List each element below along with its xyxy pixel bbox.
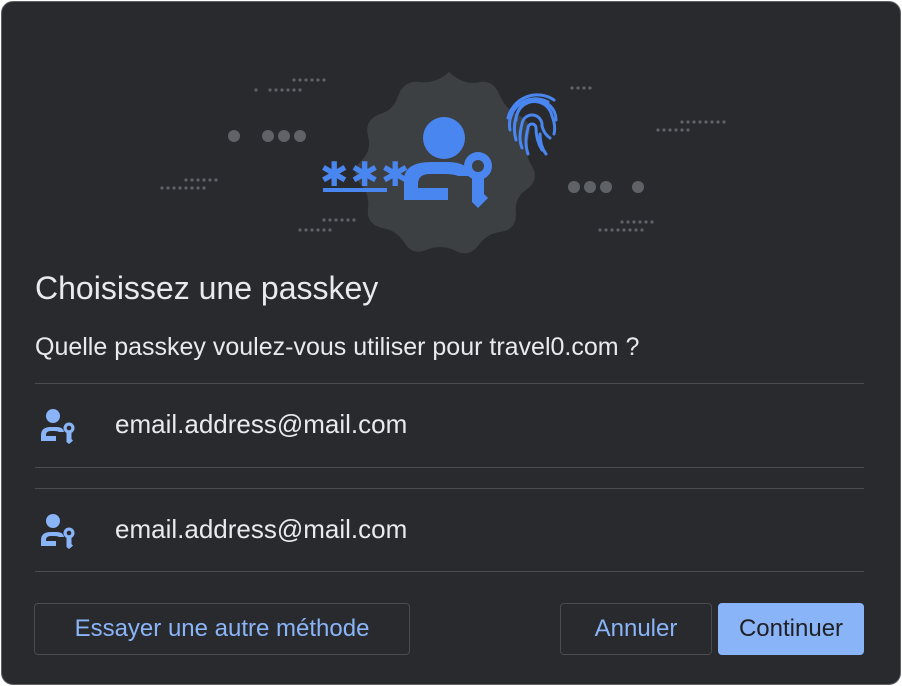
divider	[35, 467, 864, 468]
decorative-dot	[298, 88, 302, 92]
decorative-dot	[304, 228, 308, 232]
decorative-dot	[334, 218, 338, 222]
account-email: email.address@mail.com	[115, 514, 408, 544]
account-email: email.address@mail.com	[115, 409, 408, 439]
decorative-dot	[622, 228, 626, 232]
decorative-dot	[322, 228, 326, 232]
passkey-account-row[interactable]: email.address@mail.com	[35, 385, 864, 465]
decorative-dot	[634, 228, 638, 232]
continue-button[interactable]: Continuer	[718, 603, 864, 655]
decorative-dot	[576, 86, 580, 90]
password-mask-icon: ✱✱✱	[320, 155, 409, 195]
decorative-dot	[292, 88, 296, 92]
decorative-dot	[214, 178, 218, 182]
decorative-dot	[190, 186, 194, 190]
decorative-dot	[698, 120, 702, 124]
cancel-button[interactable]: Annuler	[560, 603, 712, 655]
decorative-dot	[680, 128, 684, 132]
decorative-dot	[196, 186, 200, 190]
decorative-dot	[178, 186, 182, 190]
decorative-dot	[274, 88, 278, 92]
decorative-dot	[662, 128, 666, 132]
decorative-dot	[722, 120, 726, 124]
decorative-dot	[650, 220, 654, 224]
decorative-dot	[316, 228, 320, 232]
decorative-dot	[202, 178, 206, 182]
decorative-dot	[268, 88, 272, 92]
decorative-dot	[604, 228, 608, 232]
decorative-dot	[184, 178, 188, 182]
decorative-dot	[298, 228, 302, 232]
decorative-dot	[160, 186, 164, 190]
decorative-dot	[328, 218, 332, 222]
decorative-dot	[626, 220, 630, 224]
decorative-dot	[322, 218, 326, 222]
decorative-dot	[628, 228, 632, 232]
decorative-dot	[716, 120, 720, 124]
decorative-dot	[668, 128, 672, 132]
decorative-dot	[190, 178, 194, 182]
decorative-dot	[310, 228, 314, 232]
divider	[35, 488, 864, 489]
decorative-dot	[638, 220, 642, 224]
decorative-dot	[640, 228, 644, 232]
divider	[35, 571, 864, 572]
decorative-dot	[310, 78, 314, 82]
dialog-subtitle: Quelle passkey voulez-vous utiliser pour…	[35, 333, 640, 361]
decorative-dot	[570, 86, 574, 90]
decorative-dot	[166, 186, 170, 190]
decorative-dot	[674, 128, 678, 132]
decorative-dot	[644, 220, 648, 224]
decorative-dot	[346, 218, 350, 222]
decorative-dot	[692, 120, 696, 124]
decorative-dot	[202, 186, 206, 190]
decorative-dot	[632, 220, 636, 224]
decorative-dot	[620, 220, 624, 224]
decorative-dot	[316, 78, 320, 82]
decorative-dot	[298, 78, 302, 82]
decorative-dot	[328, 228, 332, 232]
decorative-dot	[686, 120, 690, 124]
decorative-dot	[582, 86, 586, 90]
decorative-dot	[598, 228, 602, 232]
passkey-user-icon	[41, 514, 75, 549]
decorative-dot	[616, 228, 620, 232]
passkey-user-icon	[41, 409, 75, 444]
decorative-dot	[172, 186, 176, 190]
other-method-button[interactable]: Essayer une autre méthode	[34, 603, 410, 655]
dialog-title: Choisissez une passkey	[35, 270, 379, 306]
decorative-dot	[304, 78, 308, 82]
passkey-illustration: ✱✱✱	[160, 72, 726, 254]
decorative-dot	[254, 88, 258, 92]
decorative-dot	[710, 120, 714, 124]
passkey-account-row[interactable]: email.address@mail.com	[35, 490, 864, 570]
decorative-dot	[322, 78, 326, 82]
decorative-dot	[292, 78, 296, 82]
decorative-dot	[610, 228, 614, 232]
decorative-dot	[686, 128, 690, 132]
passkey-dialog: ✱✱✱ Choisissez une passkey Quelle passke…	[1, 1, 901, 685]
decorative-dot	[588, 86, 592, 90]
decorative-dot	[280, 88, 284, 92]
divider	[35, 383, 864, 384]
decorative-dot	[704, 120, 708, 124]
decorative-dot	[656, 128, 660, 132]
decorative-dot	[680, 120, 684, 124]
decorative-dot	[184, 186, 188, 190]
decorative-dot	[352, 218, 356, 222]
decorative-dot	[196, 178, 200, 182]
decorative-dot	[340, 218, 344, 222]
decorative-dot	[208, 178, 212, 182]
decorative-dot	[286, 88, 290, 92]
